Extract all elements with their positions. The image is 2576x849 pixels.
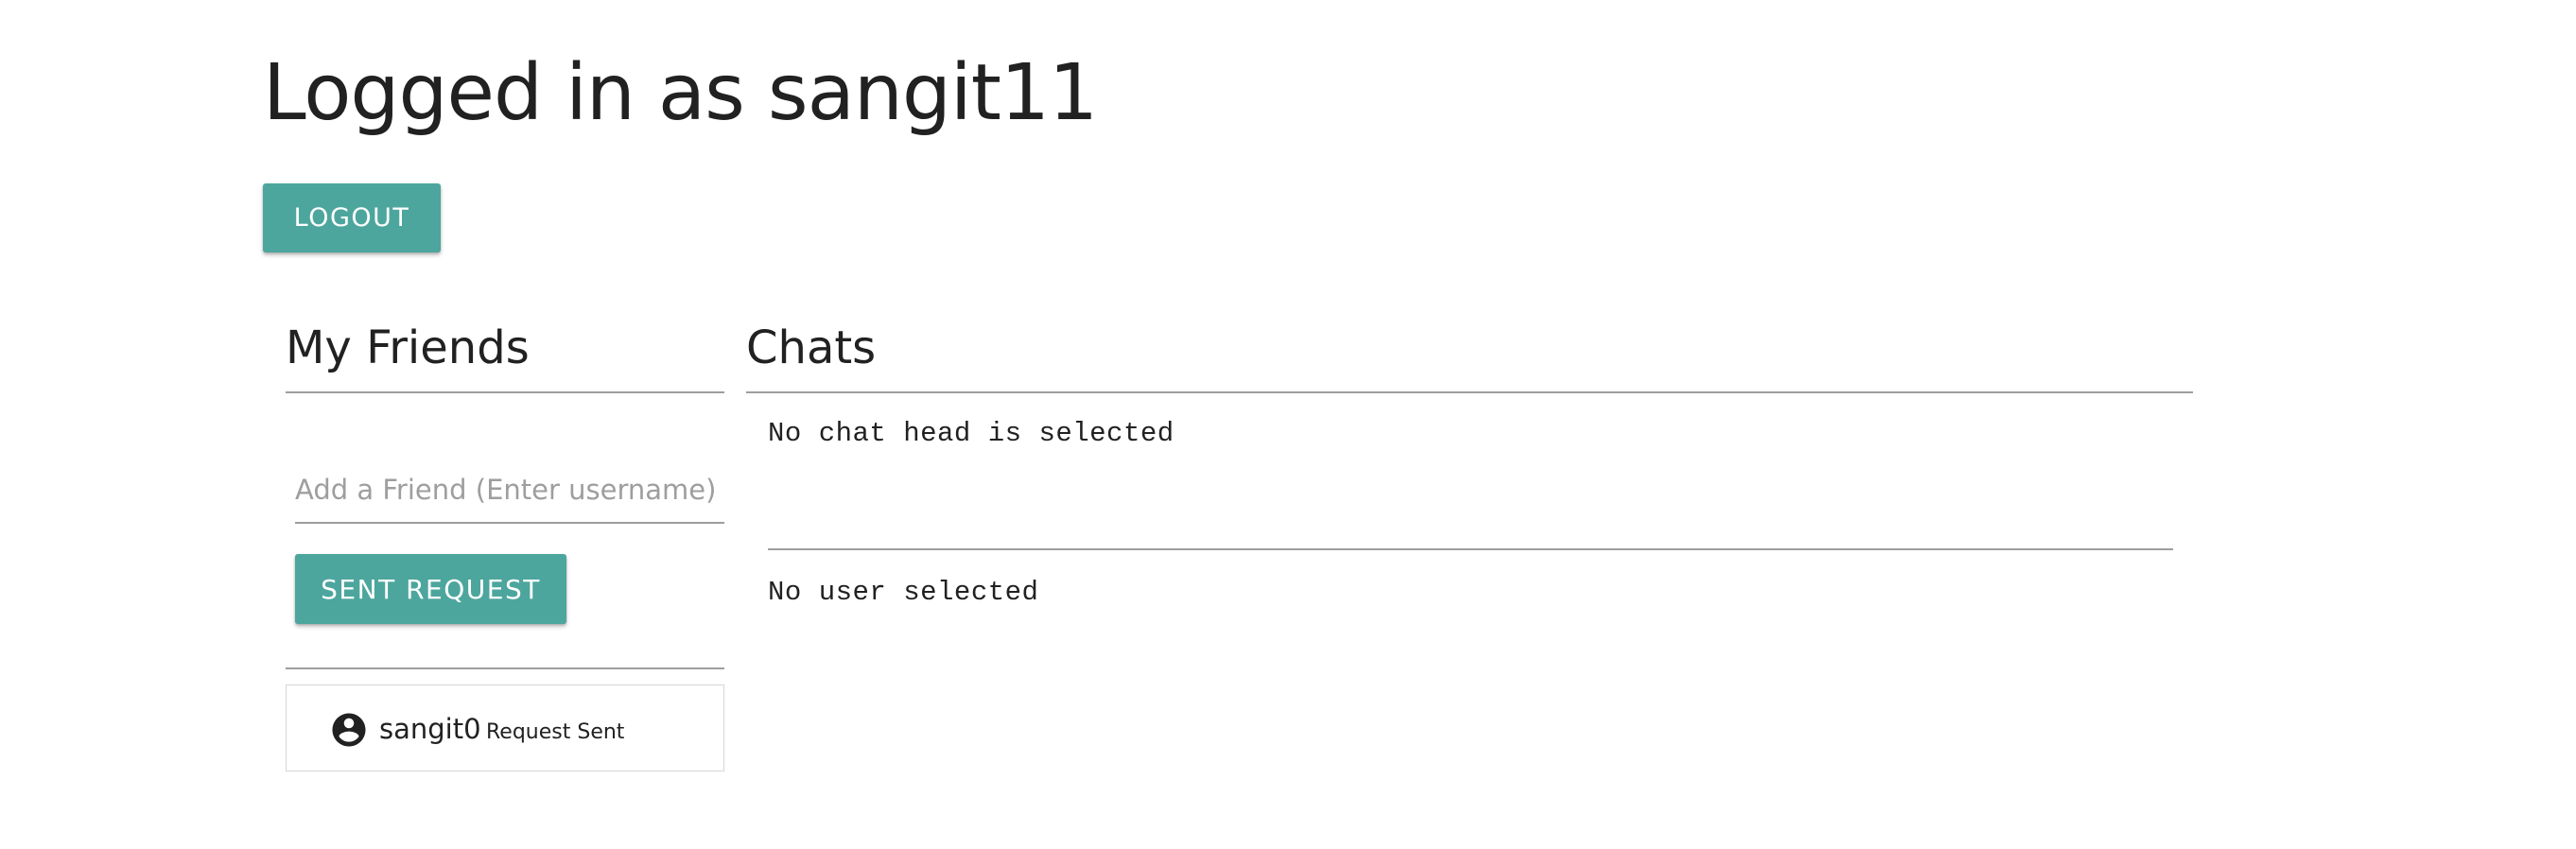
- friends-heading-divider: [286, 391, 724, 393]
- account-circle-icon: [332, 713, 366, 747]
- chat-divider: [768, 548, 2173, 550]
- chats-heading: Chats: [746, 321, 877, 374]
- friend-request-status: Request Sent: [486, 720, 625, 744]
- user-status: No user selected: [768, 577, 1039, 608]
- chats-heading-divider: [746, 391, 2193, 393]
- send-request-button[interactable]: SENT REQUEST: [295, 554, 566, 624]
- page-title: Logged in as sangit11: [263, 48, 1098, 138]
- logout-button[interactable]: LOGOUT: [263, 183, 441, 252]
- friends-heading: My Friends: [286, 321, 530, 374]
- friends-list-divider: [286, 667, 724, 669]
- friend-username: sangit0: [379, 713, 481, 745]
- friend-list-item[interactable]: sangit0 Request Sent: [286, 684, 724, 771]
- chat-head-status: No chat head is selected: [768, 418, 1175, 449]
- add-friend-input[interactable]: [295, 458, 724, 524]
